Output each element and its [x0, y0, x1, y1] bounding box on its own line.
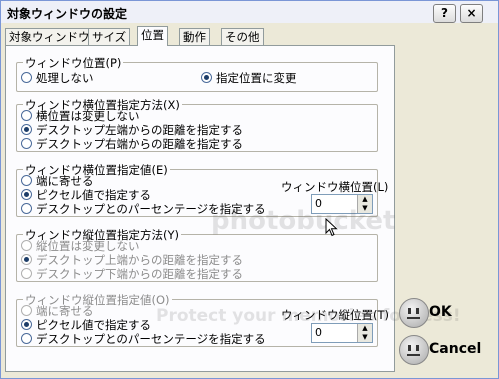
radio-label: デスクトップとのパーセンテージを指定する — [36, 202, 266, 216]
tab-target-window[interactable]: 対象ウィンドウ — [5, 28, 94, 45]
radio-selected-icon — [21, 189, 32, 200]
spin-up-icon[interactable]: ▲ — [357, 324, 372, 333]
radio-label: デスクトップとのパーセンテージを指定する — [36, 332, 266, 346]
vertical-value-group: ウィンドウ縦位置指定値(O) 端に寄せる ピクセル値で指定する デスクトップとの… — [16, 292, 389, 347]
radio-circle-icon — [21, 72, 32, 83]
radio-no-process[interactable]: 処理しない — [21, 70, 94, 86]
radio-circle-icon — [21, 240, 32, 251]
radio-label: ピクセル値で指定する — [36, 318, 151, 332]
radio-selected-icon — [201, 72, 212, 83]
tab-size[interactable]: サイズ — [88, 28, 131, 45]
v-position-spinner[interactable]: 0 ▲ ▼ — [311, 323, 373, 343]
h-position-value: 0 — [315, 197, 322, 210]
window-position-group: ウィンドウ位置(P) 処理しない 指定位置に変更 — [16, 55, 378, 92]
radio-label: 縦位置は変更しない — [36, 239, 140, 253]
radio-circle-icon — [21, 175, 32, 186]
tab-other[interactable]: その他 — [221, 28, 264, 45]
tab-position[interactable]: 位置 — [137, 26, 168, 46]
horizontal-value-group: ウィンドウ横位置指定値(E) 端に寄せる ピクセル値で指定する デスクトップとの… — [16, 162, 388, 217]
cancel-button[interactable]: Cancel — [399, 335, 491, 367]
radio-circle-icon — [21, 203, 32, 214]
radio-label: 端に寄せる — [36, 304, 94, 318]
help-button[interactable]: ? — [433, 4, 456, 23]
radio-selected-icon — [21, 254, 32, 265]
dialog-window: 対象ウィンドウの設定 ? × 対象ウィンドウ サイズ 位置 動作 その他 ウィン… — [0, 0, 499, 379]
spin-up-icon[interactable]: ▲ — [357, 195, 372, 204]
radio-v-percent[interactable]: デスクトップとのパーセンテージを指定する — [21, 331, 266, 347]
h-position-spinner[interactable]: 0 ▲ ▼ — [311, 194, 373, 214]
radio-label: デスクトップ下端からの距離を指定する — [36, 267, 243, 281]
spin-down-icon[interactable]: ▼ — [357, 333, 372, 342]
radio-label: ピクセル値で指定する — [36, 188, 151, 202]
radio-circle-icon — [21, 138, 32, 149]
radio-h-percent[interactable]: デスクトップとのパーセンテージを指定する — [21, 201, 266, 217]
v-position-label: ウィンドウ縦位置(T) — [281, 308, 389, 322]
spin-down-icon[interactable]: ▼ — [357, 204, 372, 213]
group-label: ウィンドウ位置(P) — [23, 55, 124, 71]
tab-action[interactable]: 動作 — [179, 28, 210, 45]
mouse-cursor-icon — [325, 218, 338, 237]
position-tab-page: ウィンドウ位置(P) 処理しない 指定位置に変更 ウィンドウ横位置指定方法(X)… — [5, 45, 461, 372]
window-title: 対象ウィンドウの設定 — [7, 7, 128, 21]
radio-label: デスクトップ上端からの距離を指定する — [36, 253, 243, 267]
radio-label: デスクトップ右端からの距離を指定する — [36, 137, 243, 151]
smiley-face-icon — [399, 335, 429, 365]
radio-circle-icon — [21, 305, 32, 316]
radio-label: デスクトップ左端からの距離を指定する — [36, 123, 243, 137]
radio-circle-icon — [21, 333, 32, 344]
radio-circle-icon — [21, 110, 32, 121]
radio-h-from-right[interactable]: デスクトップ右端からの距離を指定する — [21, 136, 243, 152]
radio-label: 処理しない — [36, 71, 94, 85]
radio-circle-icon — [21, 268, 32, 279]
radio-v-from-bottom[interactable]: デスクトップ下端からの距離を指定する — [21, 266, 243, 282]
close-button[interactable]: × — [460, 4, 483, 23]
title-bar: 対象ウィンドウの設定 ? × — [1, 1, 498, 23]
horizontal-method-group: ウィンドウ横位置指定方法(X) 横位置は変更しない デスクトップ左端からの距離を… — [16, 97, 378, 152]
radio-label: 指定位置に変更 — [216, 71, 297, 85]
radio-selected-icon — [21, 124, 32, 135]
ok-button-label: OK — [429, 304, 452, 320]
radio-label: 端に寄せる — [36, 174, 94, 188]
cancel-button-label: Cancel — [429, 341, 482, 357]
vertical-method-group: ウィンドウ縦位置指定方法(Y) 縦位置は変更しない デスクトップ上端からの距離を… — [16, 227, 378, 282]
smiley-face-icon — [399, 298, 429, 328]
radio-change-position[interactable]: 指定位置に変更 — [201, 70, 297, 86]
radio-label: 横位置は変更しない — [36, 109, 140, 123]
radio-selected-icon — [21, 319, 32, 330]
v-position-value: 0 — [315, 326, 322, 339]
ok-button[interactable]: OK — [399, 298, 491, 330]
h-position-label: ウィンドウ横位置(L) — [281, 180, 389, 194]
